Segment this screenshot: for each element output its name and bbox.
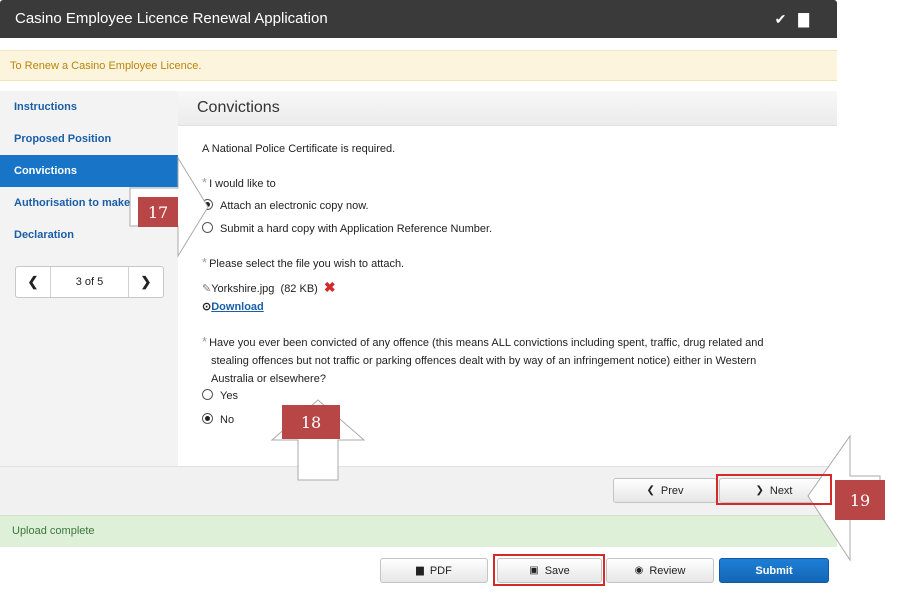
annotation-arrows — [129, 156, 881, 562]
callout-19: 19 — [835, 480, 885, 520]
callout-18: 18 — [282, 405, 340, 439]
callout-17: 17 — [138, 197, 178, 227]
next-highlight-box — [716, 474, 832, 505]
save-highlight-box — [493, 554, 605, 586]
